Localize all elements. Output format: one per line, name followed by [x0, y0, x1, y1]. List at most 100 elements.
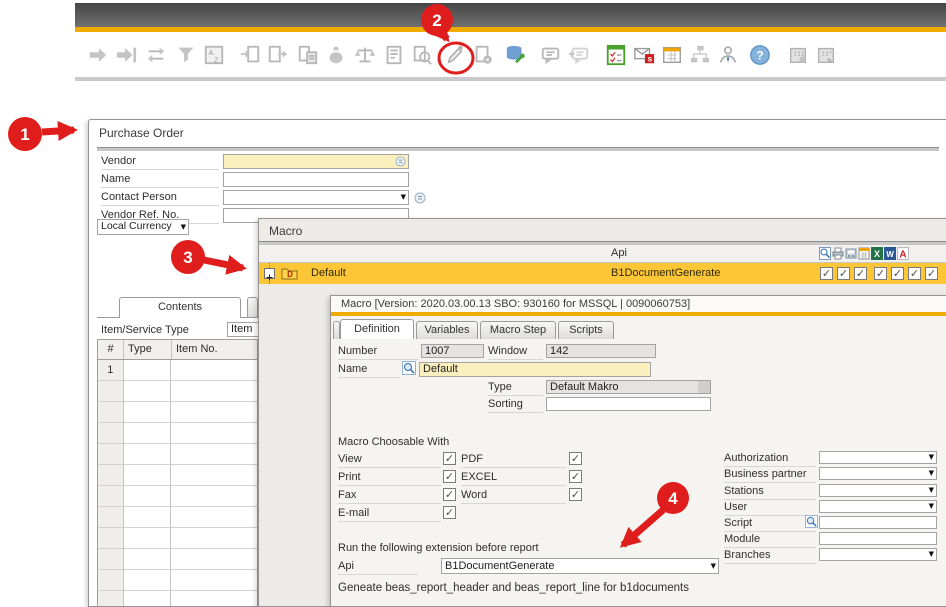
choose-from-list-icon[interactable] [395, 156, 406, 169]
checklist-icon[interactable] [604, 42, 628, 68]
org-chart-icon[interactable] [688, 42, 712, 68]
copy-to-icon[interactable] [266, 42, 290, 68]
fax-checkbox[interactable] [443, 488, 456, 501]
new-message-icon[interactable] [567, 42, 591, 68]
branches-label: Branches [724, 549, 816, 564]
row-checkbox-fax[interactable] [854, 267, 867, 280]
refresh-icon[interactable] [144, 42, 168, 68]
module-input[interactable] [819, 532, 937, 545]
pdf-icon[interactable]: A [897, 247, 909, 260]
help-icon[interactable]: ? [748, 42, 772, 68]
find-icon[interactable] [402, 361, 416, 380]
copy-from-icon[interactable] [238, 42, 262, 68]
chevron-down-icon: ▼ [711, 562, 716, 571]
window-label: Window [488, 345, 543, 360]
messages-icon[interactable] [539, 42, 563, 68]
employee-icon[interactable] [716, 42, 740, 68]
mail-merge-icon[interactable]: s [632, 42, 656, 68]
macro-detail-window: Macro [Version: 2020.03.00.13 SBO: 93016… [330, 295, 946, 607]
tab-contents-label: Contents [158, 301, 202, 313]
purchase-order-title: Purchase Order [99, 126, 184, 140]
query-preview-icon[interactable] [410, 42, 434, 68]
calendar-icon[interactable] [660, 42, 684, 68]
item-service-type-dropdown[interactable]: Item [227, 322, 258, 337]
type-cell[interactable] [124, 360, 171, 381]
fax-icon[interactable] [845, 247, 857, 260]
name-input[interactable] [223, 172, 409, 187]
svg-text:Z: Z [214, 55, 219, 64]
table-row [98, 486, 257, 507]
macro-row-api: B1DocumentGenerate [611, 267, 720, 279]
module-label: Module [724, 533, 816, 548]
user-dropdown[interactable]: ▼ [819, 500, 937, 513]
expand-icon[interactable] [264, 268, 275, 279]
calculator-icon[interactable] [858, 247, 870, 260]
svg-text:X: X [874, 249, 880, 259]
print-icon[interactable] [832, 247, 844, 260]
table-row [98, 528, 257, 549]
api-dropdown[interactable]: B1DocumentGenerate ▼ [441, 558, 719, 574]
contact-person-dropdown[interactable]: ▼ [223, 190, 409, 205]
po-title-separator [97, 147, 939, 151]
window-input: 142 [546, 344, 656, 358]
database-tools-icon[interactable] [504, 42, 528, 68]
view-checkbox[interactable] [443, 452, 456, 465]
document-settings-icon[interactable] [471, 42, 495, 68]
number-label: Number [338, 345, 418, 360]
currency-value: Local Currency [101, 220, 172, 232]
sort-icon[interactable]: AZ [202, 42, 226, 68]
edit-active-icon[interactable] [443, 42, 467, 68]
contact-choose-from-list-icon[interactable] [414, 191, 426, 209]
row-checkbox-pdf[interactable] [925, 267, 938, 280]
chevron-down-icon: ▼ [929, 502, 934, 511]
journal-entry-icon[interactable] [382, 42, 406, 68]
business-partner-dropdown[interactable]: ▼ [819, 467, 937, 480]
tab-macro-step[interactable]: Macro Step [480, 321, 556, 339]
macro-row-default[interactable]: D Default B1DocumentGenerate [259, 263, 946, 284]
gross-profit-icon[interactable] [296, 42, 320, 68]
svg-text:?: ? [756, 49, 763, 63]
addon-manager-icon[interactable] [814, 42, 838, 68]
filter-icon[interactable] [174, 42, 198, 68]
type-end-block [698, 381, 710, 393]
excel-icon[interactable]: X [871, 247, 883, 260]
next-record-icon[interactable] [86, 42, 110, 68]
table-row[interactable]: 1 [98, 360, 257, 381]
sorting-input[interactable] [546, 397, 711, 411]
row-checkbox-excel[interactable] [891, 267, 904, 280]
tab-scripts[interactable]: Scripts [558, 321, 614, 339]
macro-name-input[interactable]: Default [419, 362, 651, 377]
authorization-dropdown[interactable]: ▼ [819, 451, 937, 464]
excel-checkbox[interactable] [569, 470, 582, 483]
script-find-icon[interactable] [805, 515, 818, 533]
volume-weight-icon[interactable] [353, 42, 377, 68]
tab-definition[interactable]: Definition [340, 319, 414, 339]
email-checkbox[interactable] [443, 506, 456, 519]
addon-settings-icon[interactable] [786, 42, 810, 68]
word-icon[interactable]: W [884, 247, 896, 260]
script-input[interactable] [819, 516, 937, 529]
currency-dropdown[interactable]: Local Currency ▼ [97, 219, 189, 235]
tab-contents[interactable]: Contents [119, 297, 241, 318]
tab-variables[interactable]: Variables [416, 321, 478, 339]
last-record-icon[interactable] [114, 42, 138, 68]
branches-dropdown[interactable]: ▼ [819, 548, 937, 561]
chevron-down-icon: ▼ [929, 453, 934, 462]
pdf-checkbox[interactable] [569, 452, 582, 465]
itemno-cell[interactable] [171, 360, 257, 381]
row-checkbox-word[interactable] [908, 267, 921, 280]
table-row [98, 381, 257, 402]
row-checkbox-preview[interactable] [820, 267, 833, 280]
row-checkbox-print[interactable] [837, 267, 850, 280]
vendor-input[interactable] [223, 154, 409, 169]
word-checkbox[interactable] [569, 488, 582, 501]
payment-means-icon[interactable] [324, 42, 348, 68]
item-service-type-value: Item [231, 323, 252, 335]
tab-next-stub[interactable] [247, 297, 258, 318]
stations-dropdown[interactable]: ▼ [819, 484, 937, 497]
svg-text:A: A [899, 250, 906, 261]
table-row [98, 402, 257, 423]
print-checkbox[interactable] [443, 470, 456, 483]
preview-icon[interactable] [819, 247, 831, 260]
row-checkbox-calculator[interactable] [874, 267, 887, 280]
